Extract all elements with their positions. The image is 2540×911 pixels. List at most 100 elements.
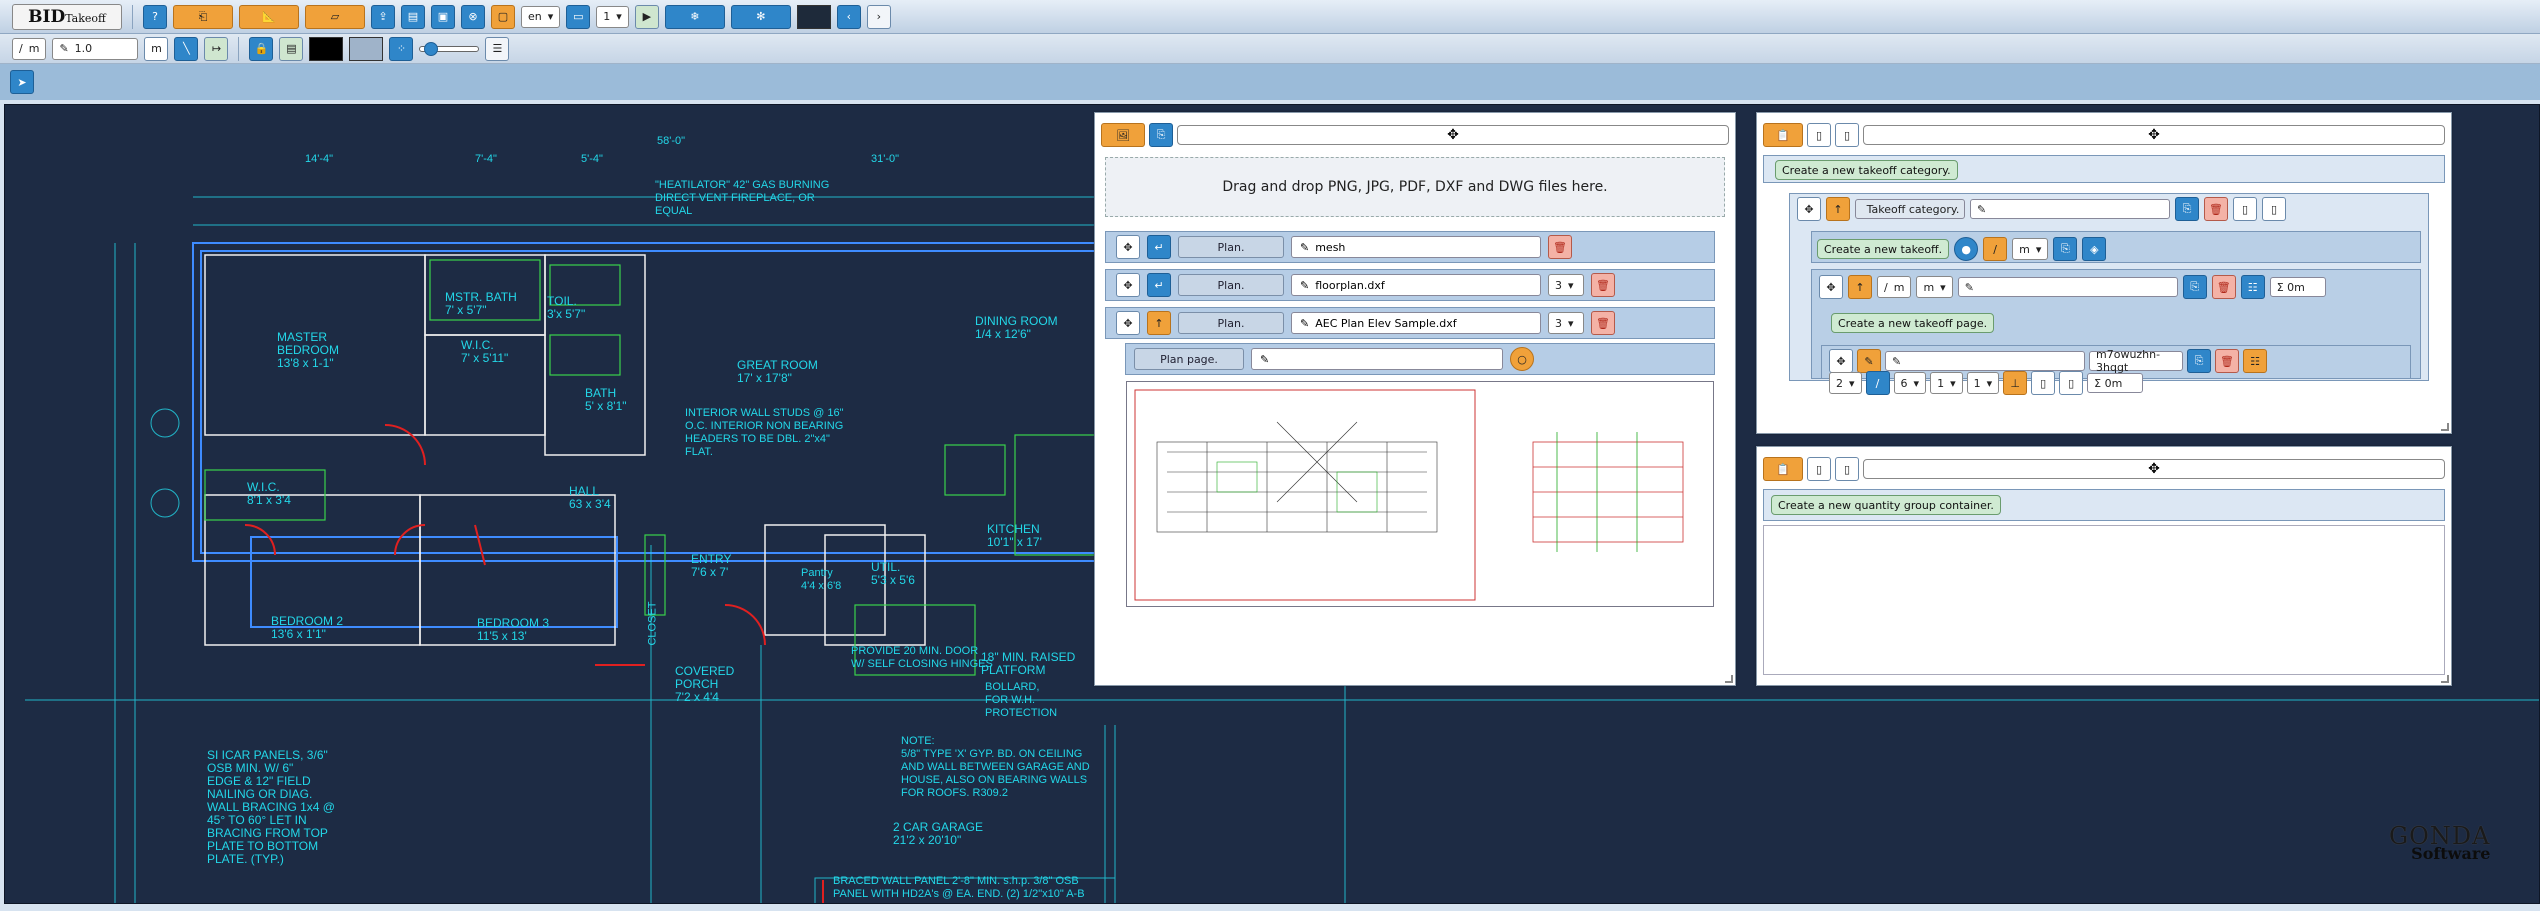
file-name-input[interactable]: ✎ floorplan.dxf bbox=[1291, 274, 1541, 296]
file-dropzone[interactable]: Drag and drop PNG, JPG, PDF, DXF and DWG… bbox=[1105, 157, 1725, 217]
terminal-button[interactable]: ▶ bbox=[634, 4, 659, 29]
send-button[interactable]: ➤ bbox=[10, 70, 34, 94]
delete-button[interactable]: 🗑 bbox=[2204, 197, 2228, 221]
resize-handle[interactable] bbox=[1725, 675, 1733, 683]
file-name-input[interactable]: ✎ AEC Plan Elev Sample.dxf bbox=[1291, 312, 1541, 334]
layers-button[interactable]: ▤ bbox=[279, 36, 304, 61]
move-icon[interactable]: ✥ bbox=[1797, 197, 1821, 221]
copy-button[interactable]: ⎘ bbox=[2053, 237, 2078, 261]
snowflake-settings-button[interactable]: ❄ bbox=[664, 4, 725, 29]
plan-button[interactable]: Plan. bbox=[1178, 236, 1284, 258]
pencil-button[interactable]: ✎ bbox=[1857, 349, 1881, 373]
language-select[interactable]: en ▾ bbox=[521, 5, 561, 28]
drag-handle[interactable]: ✥ bbox=[1863, 125, 2445, 145]
area-tools-button[interactable]: ▱ bbox=[305, 4, 365, 29]
help-button[interactable]: ? bbox=[143, 4, 167, 29]
page-select[interactable]: 1 ▾ bbox=[596, 5, 629, 28]
resize-handle[interactable] bbox=[2441, 675, 2449, 683]
upload-button[interactable]: ⇪ bbox=[371, 4, 395, 29]
copy-button[interactable]: ⎘ bbox=[2182, 275, 2207, 299]
page-icon-button[interactable]: ▭ bbox=[566, 4, 591, 29]
move-icon[interactable]: ✥ bbox=[1116, 311, 1140, 335]
open-folder-button[interactable]: ▤ bbox=[401, 4, 425, 29]
line-style-button[interactable]: ∕ bbox=[1865, 371, 1890, 395]
comment-button[interactable]: ▢ bbox=[491, 4, 515, 29]
open-plan-button[interactable]: ⎗ bbox=[173, 4, 233, 29]
next-button[interactable]: › bbox=[866, 4, 891, 29]
plan-button[interactable]: Plan. bbox=[1178, 312, 1284, 334]
app-logo-button[interactable]: BID Takeoff bbox=[12, 3, 122, 30]
stroke-color-swatch[interactable] bbox=[309, 36, 344, 61]
level-up-button[interactable]: ↑ bbox=[1147, 311, 1171, 335]
page-count-select[interactable]: 3 ▾ bbox=[1548, 274, 1584, 296]
unit-button[interactable]: m bbox=[144, 36, 169, 61]
level-down-button[interactable]: ↵ bbox=[1147, 273, 1171, 297]
slider-knob[interactable] bbox=[424, 41, 439, 56]
fill-color-swatch[interactable] bbox=[349, 36, 384, 61]
move-icon[interactable]: ✥ bbox=[1829, 349, 1853, 373]
page-marker-button[interactable]: ○ bbox=[1510, 347, 1534, 371]
unit-select[interactable]: m ▾ bbox=[2012, 238, 2049, 260]
move-icon[interactable]: ✥ bbox=[1819, 275, 1843, 299]
create-page-button[interactable]: Create a new takeoff page. bbox=[1831, 313, 1995, 333]
count-button[interactable]: ● bbox=[1954, 237, 1979, 261]
takeoff-name-input[interactable]: ✎ bbox=[1957, 277, 2178, 297]
snap-settings-button[interactable]: ✻ bbox=[730, 4, 791, 29]
document-button[interactable]: ▯ bbox=[1807, 123, 1831, 147]
page-select-a[interactable]: 2 ▾ bbox=[1829, 372, 1862, 394]
plan-page-name-input[interactable]: ✎ bbox=[1251, 348, 1503, 370]
copy-button[interactable]: ⎘ bbox=[2175, 197, 2199, 221]
move-icon[interactable]: ✥ bbox=[1116, 273, 1140, 297]
dimension-button[interactable]: ⊥ bbox=[2003, 371, 2028, 395]
delete-button[interactable]: 🗑 bbox=[1591, 311, 1615, 335]
cube-button[interactable]: ◈ bbox=[2082, 237, 2107, 261]
settings-button[interactable]: ☷ bbox=[2240, 275, 2265, 299]
draw-line-button[interactable]: ╲ bbox=[174, 36, 199, 61]
file-menu-button[interactable]: 🖼 bbox=[1101, 123, 1145, 147]
document-copy-button[interactable]: ▯ bbox=[2262, 197, 2286, 221]
page-name-input[interactable]: ✎ bbox=[1885, 351, 2085, 371]
menu-button[interactable]: ☰ bbox=[485, 36, 510, 61]
document-copy-button[interactable]: ▯ bbox=[1835, 123, 1859, 147]
resize-handle[interactable] bbox=[2441, 423, 2449, 431]
line-width-input[interactable]: ✎ 1.0 bbox=[52, 37, 139, 60]
page-select-d[interactable]: 1 ▾ bbox=[1966, 372, 2000, 394]
copy-button[interactable]: ⎘ bbox=[2187, 349, 2211, 373]
level-up-button[interactable]: ↑ bbox=[1848, 275, 1872, 299]
level-down-button[interactable]: ↵ bbox=[1147, 235, 1171, 259]
unit-select[interactable]: m ▾ bbox=[1916, 276, 1953, 298]
category-label-button[interactable]: Takeoff category. bbox=[1855, 199, 1965, 219]
document-button[interactable]: ▯ bbox=[2233, 197, 2257, 221]
delete-button[interactable]: 🗑 bbox=[2211, 275, 2236, 299]
delete-button[interactable]: 🗑 bbox=[1591, 273, 1615, 297]
close-button[interactable]: ⊗ bbox=[461, 4, 485, 29]
delete-button[interactable]: 🗑 bbox=[1548, 235, 1572, 259]
takeoff-menu-button[interactable]: 📋 bbox=[1763, 123, 1803, 147]
page-select-c[interactable]: 1 ▾ bbox=[1930, 372, 1963, 394]
drag-handle[interactable]: ✥ bbox=[1177, 125, 1729, 145]
line-button[interactable]: ∕ bbox=[1983, 237, 2008, 261]
takeoff-tools-button[interactable]: 📐 bbox=[239, 4, 299, 29]
save-button[interactable]: ▣ bbox=[431, 4, 455, 29]
lock-button[interactable]: 🔒 bbox=[249, 36, 274, 61]
create-takeoff-button[interactable]: Create a new takeoff. bbox=[1817, 239, 1950, 259]
open-file-button[interactable]: ⎘ bbox=[1149, 123, 1173, 147]
plan-page-thumbnail[interactable] bbox=[1126, 381, 1714, 607]
settings-button[interactable]: ☷ bbox=[2243, 349, 2267, 373]
file-name-input[interactable]: ✎ mesh bbox=[1291, 236, 1541, 258]
document-copy-button[interactable]: ▯ bbox=[1835, 457, 1859, 481]
document-copy-button[interactable]: ▯ bbox=[2059, 371, 2084, 395]
create-category-button[interactable]: Create a new takeoff category. bbox=[1775, 160, 1958, 180]
points-button[interactable]: ⁘ bbox=[389, 36, 414, 61]
delete-button[interactable]: 🗑 bbox=[2215, 349, 2239, 373]
move-icon[interactable]: ✥ bbox=[1116, 235, 1140, 259]
opacity-slider[interactable] bbox=[419, 41, 480, 56]
page-count-select[interactable]: 3 ▾ bbox=[1548, 312, 1584, 334]
document-button[interactable]: ▯ bbox=[1807, 457, 1831, 481]
line-tool-select[interactable]: ∕ m bbox=[12, 37, 47, 60]
prev-button[interactable]: ‹ bbox=[836, 4, 861, 29]
create-group-button[interactable]: Create a new quantity group container. bbox=[1771, 495, 2001, 515]
plan-button[interactable]: Plan. bbox=[1178, 274, 1284, 296]
background-color-swatch[interactable] bbox=[796, 4, 831, 29]
export-button[interactable]: ↦ bbox=[204, 36, 229, 61]
